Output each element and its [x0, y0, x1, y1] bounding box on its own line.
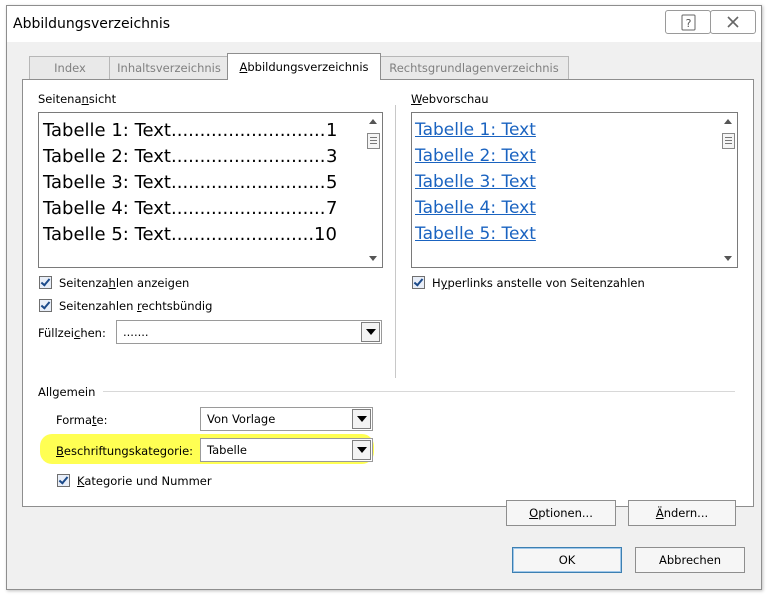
svg-text:?: ?	[686, 17, 692, 30]
scroll-down-icon[interactable]	[369, 256, 377, 261]
tab-table-of-figures[interactable]: Abbildungsverzeichnis	[227, 53, 381, 80]
tab-leader-label: Füllzeichen:	[38, 326, 106, 340]
dialog-window: Abbildungsverzeichnis ? Index Inhaltsver…	[6, 5, 762, 590]
right-align-checkbox[interactable]	[39, 299, 52, 312]
show-page-numbers-label[interactable]: Seitenzahlen anzeigen	[59, 276, 189, 290]
chevron-down-icon[interactable]	[352, 409, 371, 429]
options-button[interactable]: Optionen...	[506, 500, 616, 526]
tab-label-rest: bbildungsverzeichnis	[247, 60, 369, 74]
scroll-up-icon[interactable]	[724, 119, 732, 124]
include-label-checkbox[interactable]	[57, 474, 70, 487]
title-bar: Abbildungsverzeichnis ?	[7, 6, 761, 42]
tab-leader-value: .......	[123, 325, 149, 339]
preview-entry: Tabelle 2: Text.........................…	[43, 146, 338, 167]
print-preview-label: Seitenansicht	[38, 92, 117, 106]
preview-entry: Tabelle 5: Text.........................…	[43, 224, 337, 245]
formats-select[interactable]: Von Vorlage	[200, 407, 373, 431]
tab-toc[interactable]: Inhaltsverzeichnis	[109, 56, 229, 79]
close-button[interactable]	[710, 10, 756, 34]
hyperlinks-label[interactable]: Hyperlinks anstelle von Seitenzahlen	[432, 276, 645, 290]
caption-label-select[interactable]: Tabelle	[200, 438, 373, 462]
tab-panel: Seitenansicht Tabelle 1: Text...........…	[22, 79, 754, 526]
tab-index[interactable]: Index	[29, 56, 111, 79]
chevron-down-icon[interactable]	[361, 322, 380, 342]
tab-leader-select[interactable]: .......	[116, 320, 382, 344]
web-preview-link[interactable]: Tabelle 3: Text	[415, 172, 536, 192]
print-preview-box[interactable]: Tabelle 1: Text.........................…	[38, 112, 383, 268]
caption-label-value: Tabelle	[207, 443, 248, 457]
scroll-up-icon[interactable]	[369, 119, 377, 124]
preview-entry: Tabelle 4: Text.........................…	[43, 198, 338, 219]
modify-button[interactable]: Ändern...	[628, 500, 736, 526]
print-preview-scrollbar[interactable]	[365, 113, 382, 267]
preview-entry: Tabelle 1: Text.........................…	[43, 120, 338, 141]
help-icon: ?	[681, 14, 696, 31]
formats-value: Von Vorlage	[207, 412, 276, 426]
preview-entry: Tabelle 3: Text.........................…	[43, 172, 338, 193]
web-preview-link[interactable]: Tabelle 2: Text	[415, 146, 536, 166]
include-label-label[interactable]: Kategorie und Nummer	[77, 474, 212, 488]
tab-table-of-authorities[interactable]: Rechtsgrundlagenverzeichnis	[379, 56, 569, 79]
scroll-thumb[interactable]	[722, 133, 735, 149]
scroll-thumb[interactable]	[367, 133, 380, 149]
ok-button[interactable]: OK	[512, 547, 622, 573]
cancel-button[interactable]: Abbrechen	[635, 547, 745, 573]
right-align-label[interactable]: Seitenzahlen rechtsbündig	[59, 299, 212, 313]
general-group-label: Allgemein	[38, 385, 96, 399]
web-preview-link[interactable]: Tabelle 5: Text	[415, 224, 536, 244]
web-preview-link[interactable]: Tabelle 4: Text	[415, 198, 536, 218]
help-button[interactable]: ?	[665, 10, 711, 34]
caption-label-label: Beschriftungskategorie:	[56, 444, 194, 458]
scroll-down-icon[interactable]	[724, 256, 732, 261]
web-preview-link[interactable]: Tabelle 1: Text	[415, 120, 536, 140]
group-divider	[103, 391, 735, 392]
hyperlinks-checkbox[interactable]	[412, 276, 425, 289]
web-preview-scrollbar[interactable]	[720, 113, 737, 267]
window-title: Abbildungsverzeichnis	[13, 16, 171, 32]
close-icon	[727, 16, 739, 28]
formats-label: Formate:	[56, 413, 108, 427]
web-preview-box[interactable]: Tabelle 1: Text Tabelle 2: Text Tabelle …	[411, 112, 738, 268]
divider	[395, 105, 396, 378]
show-page-numbers-checkbox[interactable]	[39, 276, 52, 289]
chevron-down-icon[interactable]	[352, 440, 371, 460]
web-preview-label: Webvorschau	[411, 92, 489, 106]
